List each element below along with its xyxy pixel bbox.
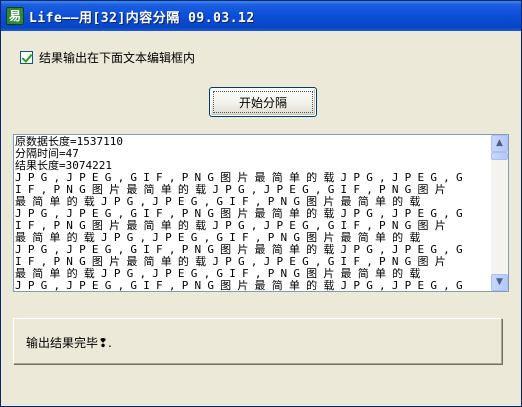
output-line: 结果长度=3074221 bbox=[15, 160, 112, 172]
output-line: JPG,JPEG,GIF,PNG图片最简单的载JPG,JPEG,G bbox=[15, 280, 469, 292]
output-text-area[interactable]: 原数据长度=1537110 分隔时间=47 结果长度=3074221 JPG,J… bbox=[13, 134, 509, 292]
output-line: JPG,JPEG,GIF,PNG图片最简单的载JPG,JPEG,G bbox=[15, 208, 469, 220]
output-line: 分隔时间=47 bbox=[15, 148, 79, 160]
title-bar[interactable]: 易 Life——用[32]内容分隔 09.03.12 bbox=[1, 1, 521, 31]
output-vertical-scrollbar[interactable]: ▲ ▼ bbox=[491, 135, 508, 291]
output-line: 原数据长度=1537110 bbox=[15, 136, 123, 148]
output-line: 最简单的载JPG,JPEG,GIF,PNG图片最简单的载 bbox=[15, 196, 427, 208]
output-line: IF,PNG图片最简单的载JPG,JPEG,GIF,PNG图片 bbox=[15, 256, 452, 268]
start-split-button[interactable]: 开始分隔 bbox=[209, 87, 317, 117]
scroll-up-arrow-icon[interactable]: ▲ bbox=[491, 135, 508, 152]
status-message: 输出结果完毕❢. bbox=[26, 336, 112, 350]
output-line: IF,PNG图片最简单的载JPG,JPEG,GIF,PNG图片 bbox=[15, 184, 452, 196]
output-text-content[interactable]: 原数据长度=1537110 分隔时间=47 结果长度=3074221 JPG,J… bbox=[15, 136, 491, 292]
output-line: 最简单的载JPG,JPEG,GIF,PNG图片最简单的载 bbox=[15, 268, 427, 280]
scroll-thumb[interactable] bbox=[491, 152, 508, 160]
status-panel: 输出结果完毕❢. bbox=[13, 318, 502, 364]
app-icon[interactable]: 易 bbox=[6, 7, 24, 25]
window-title: Life——用[32]内容分隔 09.03.12 bbox=[29, 10, 255, 26]
app-window: 易 Life——用[32]内容分隔 09.03.12 结果输出在下面文本编辑框内… bbox=[0, 0, 522, 407]
output-option-row[interactable]: 结果输出在下面文本编辑框内 bbox=[20, 49, 195, 65]
output-line: JPG,JPEG,GIF,PNG图片最简单的载JPG,JPEG,G bbox=[15, 172, 469, 184]
output-to-editbox-label[interactable]: 结果输出在下面文本编辑框内 bbox=[39, 49, 195, 66]
output-line: IF,PNG图片最简单的载JPG,JPEG,GIF,PNG图片 bbox=[15, 220, 452, 232]
output-to-editbox-checkbox[interactable] bbox=[20, 50, 33, 64]
scroll-down-arrow-icon[interactable]: ▼ bbox=[491, 274, 508, 291]
output-line: JPG,JPEG,GIF,PNG图片最简单的载JPG,JPEG,G bbox=[15, 244, 469, 256]
output-line: 最简单的载JPG,JPEG,GIF,PNG图片最简单的载 bbox=[15, 232, 427, 244]
